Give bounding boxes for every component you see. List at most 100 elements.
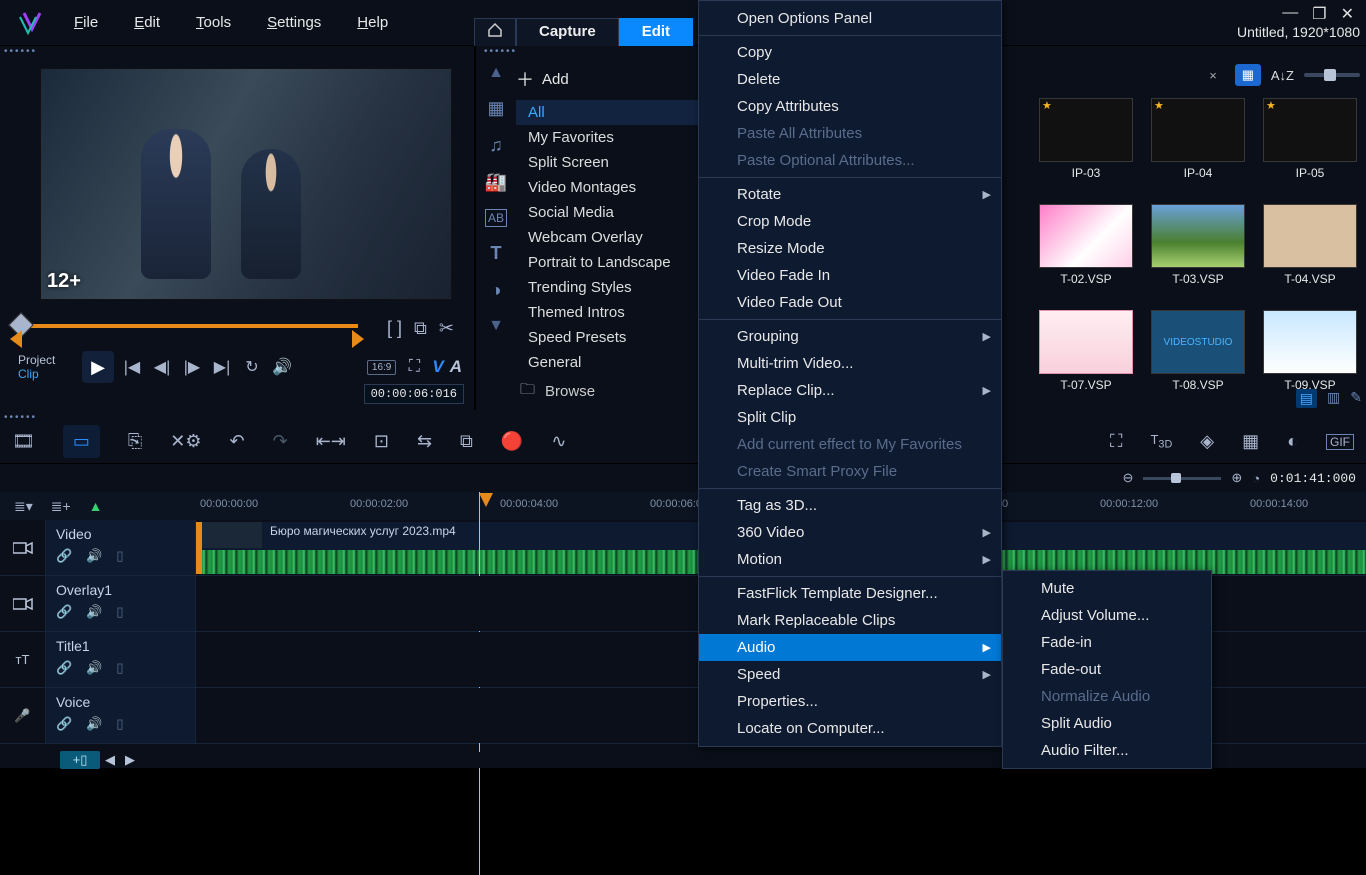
- track-lock-icon[interactable]: ▯: [116, 660, 123, 676]
- library-item[interactable]: T-09.VSP: [1260, 310, 1360, 392]
- track-type-icon[interactable]: ᴛT: [0, 632, 46, 687]
- scroll-right-icon[interactable]: ▶: [120, 752, 140, 768]
- zoom-out-icon[interactable]: ⊖: [1123, 470, 1134, 486]
- tools-icon[interactable]: ✕⚙: [170, 431, 201, 452]
- crop-icon[interactable]: ⧉: [414, 318, 427, 339]
- track-type-icon[interactable]: [0, 520, 46, 575]
- library-item[interactable]: ★IP-05: [1260, 98, 1360, 180]
- track-header[interactable]: Overlay1🔗🔊▯: [46, 576, 196, 631]
- prev-frame-icon[interactable]: ◀|: [150, 355, 174, 379]
- category-item[interactable]: Video Montages: [516, 175, 724, 200]
- context-menu-item[interactable]: Fade-out: [1003, 656, 1211, 683]
- track-header[interactable]: Voice🔗🔊▯: [46, 688, 196, 743]
- mode-project[interactable]: Project: [18, 353, 76, 367]
- track-volume-icon[interactable]: 🔊: [86, 716, 102, 732]
- gif-export-icon[interactable]: GIF: [1326, 434, 1354, 450]
- pan-zoom-icon[interactable]: ◐: [1287, 431, 1298, 452]
- scroll-left-icon[interactable]: ◀: [100, 752, 120, 768]
- sort-icon[interactable]: A↓Z: [1271, 68, 1294, 83]
- aspect-ratio[interactable]: 16:9: [367, 360, 396, 375]
- library-item[interactable]: T-04.VSP: [1260, 204, 1360, 286]
- context-menu-item[interactable]: Mark Replaceable Clips: [699, 607, 1001, 634]
- category-item[interactable]: Split Screen: [516, 150, 724, 175]
- category-item[interactable]: Themed Intros: [516, 300, 724, 325]
- link-icon[interactable]: 🔗: [56, 548, 72, 564]
- record-icon[interactable]: ⊡: [374, 431, 389, 452]
- clear-search-icon[interactable]: ×: [1209, 68, 1225, 83]
- context-menu-item[interactable]: Crop Mode: [699, 208, 1001, 235]
- add-track-button[interactable]: +▯: [60, 751, 100, 769]
- context-menu-item[interactable]: Motion▶: [699, 546, 1001, 573]
- context-menu-item[interactable]: Copy Attributes: [699, 93, 1001, 120]
- context-menu-item[interactable]: Video Fade In: [699, 262, 1001, 289]
- home-tab[interactable]: [474, 18, 516, 46]
- context-menu-item[interactable]: Video Fade Out: [699, 289, 1001, 316]
- context-menu-item[interactable]: Tag as 3D...: [699, 492, 1001, 519]
- minimize-icon[interactable]: —: [1282, 4, 1298, 22]
- context-menu-item[interactable]: Properties...: [699, 688, 1001, 715]
- context-menu-item[interactable]: Audio Filter...: [1003, 737, 1211, 764]
- library-item[interactable]: T-03.VSP: [1148, 204, 1248, 286]
- track-header[interactable]: Video🔗🔊▯: [46, 520, 196, 575]
- templates-icon[interactable]: 🏭: [485, 172, 507, 193]
- context-menu-item[interactable]: Locate on Computer...: [699, 715, 1001, 742]
- library-item[interactable]: ★IP-03: [1036, 98, 1136, 180]
- 3d-title-icon[interactable]: T3D: [1150, 432, 1172, 451]
- menu-file[interactable]: File: [56, 6, 116, 39]
- mark-in-out-icon[interactable]: [ ]: [387, 318, 402, 339]
- edit-metadata-icon[interactable]: ✎: [1350, 389, 1362, 408]
- copy-icon[interactable]: ⎘: [128, 431, 142, 452]
- preview-video[interactable]: 12+: [40, 68, 452, 300]
- menu-help[interactable]: Help: [339, 6, 406, 39]
- link-icon[interactable]: 🔗: [56, 716, 72, 732]
- track-options-icon[interactable]: ≣▾: [14, 498, 33, 515]
- track-lock-icon[interactable]: ▯: [116, 548, 123, 564]
- close-icon[interactable]: ✕: [1341, 4, 1354, 24]
- category-item[interactable]: Portrait to Landscape: [516, 250, 724, 275]
- link-icon[interactable]: 🔗: [56, 604, 72, 620]
- go-start-icon[interactable]: |◀: [120, 355, 144, 379]
- track-header[interactable]: Title1🔗🔊▯: [46, 632, 196, 687]
- storyboard-icon[interactable]: 🎞: [12, 431, 35, 452]
- zoom-in-icon[interactable]: ⊕: [1231, 470, 1242, 486]
- thumbnail-view-icon[interactable]: ▦: [1235, 64, 1261, 86]
- split-icon[interactable]: ✂: [439, 318, 454, 339]
- titles-icon[interactable]: T: [491, 243, 502, 264]
- multicam-icon[interactable]: ▦: [1242, 431, 1259, 452]
- category-item[interactable]: General: [516, 350, 724, 375]
- context-menu-item[interactable]: Speed▶: [699, 661, 1001, 688]
- next-frame-icon[interactable]: |▶: [180, 355, 204, 379]
- redo-icon[interactable]: ↷: [273, 431, 288, 452]
- volume-icon[interactable]: 🔊: [270, 355, 294, 379]
- fit-clip-icon[interactable]: ⇤⇥: [316, 431, 346, 452]
- link-icon[interactable]: 🔗: [56, 660, 72, 676]
- context-menu-item[interactable]: Resize Mode: [699, 235, 1001, 262]
- drag-handle[interactable]: ••••••: [0, 46, 474, 56]
- menu-tools[interactable]: Tools: [178, 6, 249, 39]
- category-item[interactable]: My Favorites: [516, 125, 724, 150]
- context-menu-item[interactable]: Replace Clip...▶: [699, 377, 1001, 404]
- context-menu-item[interactable]: 360 Video▶: [699, 519, 1001, 546]
- media-icon[interactable]: ▦: [487, 98, 504, 119]
- drag-handle[interactable]: ••••••: [480, 46, 517, 56]
- edit-tab[interactable]: Edit: [619, 18, 693, 46]
- restore-icon[interactable]: ❐: [1312, 4, 1326, 24]
- capture-tab[interactable]: Capture: [516, 18, 619, 46]
- context-menu-item[interactable]: Adjust Volume...: [1003, 602, 1211, 629]
- library-item[interactable]: T-02.VSP: [1036, 204, 1136, 286]
- track-volume-icon[interactable]: 🔊: [86, 604, 102, 620]
- category-item[interactable]: Trending Styles: [516, 275, 724, 300]
- drag-handle[interactable]: ••••••: [0, 410, 1366, 420]
- menu-edit[interactable]: Edit: [116, 6, 178, 39]
- category-item[interactable]: All: [516, 100, 724, 125]
- video-toggle[interactable]: V: [432, 357, 443, 377]
- thumbnail-size-slider[interactable]: [1304, 73, 1360, 77]
- mode-clip[interactable]: Clip: [18, 367, 76, 381]
- fit-project-icon[interactable]: ◔: [1252, 471, 1260, 486]
- track-lock-icon[interactable]: ▯: [116, 604, 123, 620]
- track-type-icon[interactable]: 🎤: [0, 688, 46, 743]
- context-menu-item[interactable]: Open Options Panel: [699, 5, 1001, 32]
- details-view-icon[interactable]: ▥: [1327, 389, 1340, 408]
- context-menu-item[interactable]: Split Clip: [699, 404, 1001, 431]
- audio-toggle[interactable]: A: [450, 357, 462, 377]
